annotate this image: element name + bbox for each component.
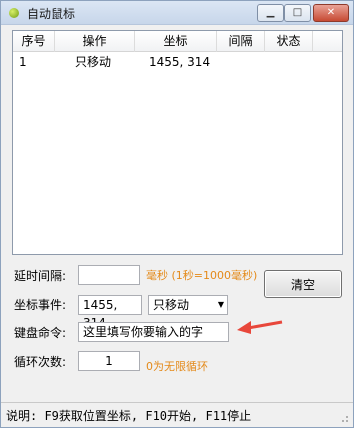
column-header-action[interactable]: 操作 — [55, 31, 135, 52]
loop-input[interactable]: 1 — [78, 351, 140, 371]
title-bar[interactable]: 自动鼠标 ▁ □ ✕ — [1, 1, 353, 25]
key-label: 键盘命令: — [14, 326, 67, 340]
coord-input[interactable]: 1455, 314 — [78, 295, 142, 330]
action-list[interactable]: 序号 操作 坐标 间隔 状态 1 只移动 1455, 314 — [12, 30, 343, 255]
column-header-interval[interactable]: 间隔 — [217, 31, 265, 52]
close-button[interactable]: ✕ — [313, 4, 349, 22]
column-header-index[interactable]: 序号 — [13, 31, 55, 52]
chevron-down-icon[interactable]: ▼ — [218, 296, 224, 314]
resize-grip-icon[interactable] — [339, 413, 349, 423]
loop-label: 循环次数: — [14, 355, 67, 369]
delay-label: 延时间隔: — [14, 269, 67, 283]
action-select[interactable]: 只移动 ▼ — [148, 295, 228, 315]
action-select-value: 只移动 — [153, 298, 190, 312]
column-header-coord[interactable]: 坐标 — [135, 31, 217, 52]
delay-hint: 毫秒 (1秒=1000毫秒) — [146, 269, 258, 282]
column-header-status[interactable]: 状态 — [265, 31, 313, 52]
row-coord: 1455, 314 — [149, 55, 211, 69]
main-window: 自动鼠标 ▁ □ ✕ 序号 操作 坐标 间隔 状态 1 只移动 1455, 31… — [0, 0, 354, 428]
delay-input[interactable] — [78, 265, 140, 285]
status-text: 说明: F9获取位置坐标, F10开始, F11停止 — [6, 409, 252, 423]
clear-button[interactable]: 清空 — [264, 270, 342, 298]
coord-label: 坐标事件: — [14, 298, 67, 312]
key-input[interactable]: 这里填写你要输入的字 — [78, 322, 229, 342]
status-bar: 说明: F9获取位置坐标, F10开始, F11停止 — [1, 402, 353, 427]
arrow-icon — [237, 320, 283, 334]
maximize-button[interactable]: □ — [284, 4, 311, 22]
row-index: 1 — [19, 55, 27, 69]
list-header: 序号 操作 坐标 间隔 状态 — [13, 31, 342, 52]
app-icon — [9, 8, 19, 18]
table-row[interactable]: 1 只移动 1455, 314 — [13, 54, 342, 71]
row-action: 只移动 — [75, 55, 112, 69]
loop-hint: 0为无限循环 — [146, 360, 208, 373]
minimize-button[interactable]: ▁ — [257, 4, 284, 22]
window-title: 自动鼠标 — [27, 7, 76, 21]
